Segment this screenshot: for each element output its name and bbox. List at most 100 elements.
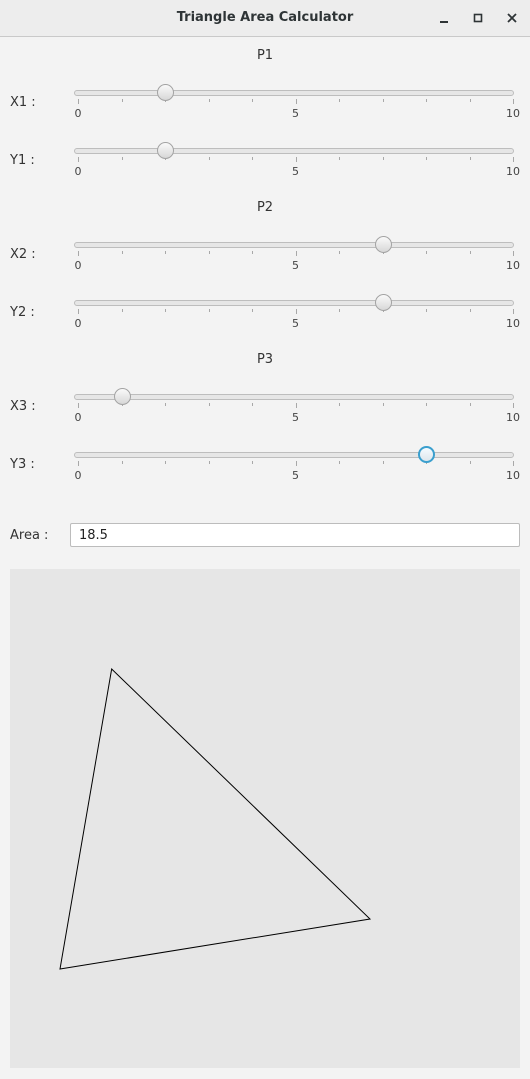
slider-tick (121, 461, 123, 464)
x3-label: X3 : (10, 399, 36, 414)
y2-slider[interactable]: 0 5 10 (74, 293, 520, 333)
x3-slider[interactable]: 0 5 10 (74, 387, 520, 427)
slider-tick (339, 157, 340, 160)
y1-label: Y1 : (10, 153, 35, 168)
slider-tick (382, 99, 384, 102)
minimize-button[interactable] (434, 8, 454, 28)
area-field[interactable]: 18.5 (70, 523, 520, 547)
slider-tick (252, 251, 253, 254)
slider-tick-label: 10 (506, 259, 520, 272)
slider-tick (382, 461, 384, 464)
slider-tick (426, 403, 427, 406)
slider-thumb[interactable] (374, 236, 392, 253)
slider-thumb[interactable] (113, 388, 131, 405)
slider-track[interactable] (74, 300, 514, 306)
triangle-canvas (10, 569, 520, 1068)
y3-slider[interactable]: 0 5 10 (74, 445, 520, 485)
slider-thumb[interactable] (418, 446, 435, 463)
x2-slider[interactable]: 0 5 10 (74, 235, 520, 275)
slider-tick (426, 309, 427, 312)
slider-tick (295, 251, 297, 256)
x1-label: X1 : (10, 95, 36, 110)
slider-tick (78, 99, 79, 104)
y2-label: Y2 : (10, 305, 35, 320)
slider-tick (295, 309, 297, 314)
slider-tick (78, 251, 79, 256)
slider-tick (469, 251, 471, 254)
p3-title: P3 (256, 352, 274, 367)
x1-slider[interactable]: 0 5 10 (74, 83, 520, 123)
close-button[interactable] (502, 8, 522, 28)
slider-tick (165, 403, 166, 406)
slider-tick (339, 251, 340, 254)
slider-tick (295, 157, 297, 162)
slider-tick-label: 10 (506, 411, 520, 424)
slider-tick (78, 309, 79, 314)
area-label: Area : (10, 528, 49, 543)
close-icon (507, 13, 517, 23)
minimize-icon (440, 21, 448, 23)
slider-tick-label: 0 (74, 165, 82, 178)
slider-tick (426, 157, 427, 160)
slider-tick (513, 157, 514, 162)
slider-tick (208, 309, 210, 312)
slider-tick-label: 10 (506, 469, 520, 482)
slider-tick (469, 309, 471, 312)
slider-tick (295, 403, 297, 408)
slider-tick (469, 403, 471, 406)
slider-thumb[interactable] (157, 84, 174, 101)
slider-tick (165, 461, 166, 464)
slider-tick-label: 5 (292, 317, 299, 330)
slider-tick-label: 0 (74, 107, 82, 120)
y3-label: Y3 : (10, 457, 35, 472)
slider-tick (339, 403, 340, 406)
slider-tick (252, 461, 253, 464)
slider-tick-label: 5 (292, 411, 299, 424)
slider-track[interactable] (74, 148, 514, 154)
slider-tick (426, 251, 427, 254)
slider-tick (469, 99, 471, 102)
slider-tick-label: 5 (292, 469, 299, 482)
slider-tick (339, 99, 340, 102)
slider-tick (78, 461, 79, 466)
slider-tick (121, 251, 123, 254)
slider-tick (252, 309, 253, 312)
slider-tick (208, 157, 210, 160)
slider-tick-label: 10 (506, 317, 520, 330)
triangle-drawing (59, 667, 372, 970)
slider-tick (208, 461, 210, 464)
slider-tick (513, 403, 514, 408)
slider-track[interactable] (74, 242, 514, 248)
slider-tick (295, 99, 297, 104)
slider-tick (78, 157, 79, 162)
slider-tick (252, 157, 253, 160)
slider-tick (382, 157, 384, 160)
slider-tick (513, 461, 514, 466)
slider-thumb[interactable] (157, 142, 174, 159)
triangle-shape (59, 667, 372, 970)
slider-tick-label: 5 (292, 259, 299, 272)
slider-tick-label: 0 (74, 259, 82, 272)
slider-tick (426, 99, 427, 102)
title-bar: Triangle Area Calculator (0, 0, 530, 37)
slider-tick (165, 309, 166, 312)
slider-tick (513, 99, 514, 104)
slider-tick (513, 251, 514, 256)
slider-track[interactable] (74, 452, 514, 458)
y1-slider[interactable]: 0 5 10 (74, 141, 520, 181)
slider-thumb[interactable] (374, 294, 392, 311)
slider-tick (121, 157, 123, 160)
slider-tick (208, 251, 210, 254)
slider-track[interactable] (74, 394, 514, 400)
slider-track[interactable] (74, 90, 514, 96)
slider-tick (339, 461, 340, 464)
slider-tick-label: 0 (74, 411, 82, 424)
slider-tick (121, 99, 123, 102)
maximize-icon (473, 13, 483, 23)
slider-tick-label: 5 (292, 107, 299, 120)
slider-tick (252, 403, 253, 406)
slider-tick (208, 99, 210, 102)
slider-tick (165, 251, 166, 254)
slider-tick (295, 461, 297, 466)
maximize-button[interactable] (468, 8, 488, 28)
